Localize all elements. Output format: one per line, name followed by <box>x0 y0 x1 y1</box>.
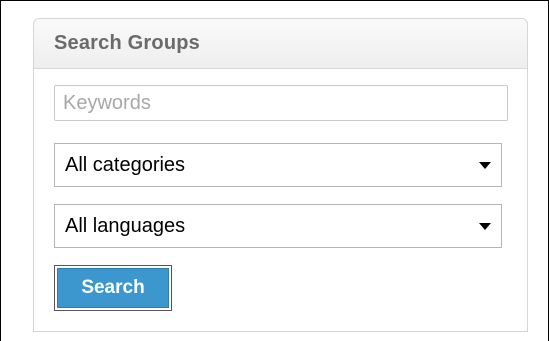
search-button-face: Search <box>57 268 169 308</box>
frame-top-border <box>0 0 549 1</box>
search-button[interactable]: Search <box>54 265 172 311</box>
search-button-label: Search <box>81 277 145 298</box>
keywords-input[interactable] <box>54 85 508 121</box>
category-select-value: All categories <box>65 153 186 176</box>
chevron-down-icon <box>479 223 491 230</box>
chevron-down-icon <box>479 162 491 169</box>
search-groups-widget: Search Groups All categories All languag… <box>33 18 528 332</box>
language-select-value: All languages <box>65 214 186 237</box>
widget-header: Search Groups <box>34 19 527 69</box>
category-select[interactable]: All categories <box>54 143 502 187</box>
frame-left-border <box>0 0 1 341</box>
language-select[interactable]: All languages <box>54 204 502 248</box>
widget-title: Search Groups <box>54 32 200 54</box>
